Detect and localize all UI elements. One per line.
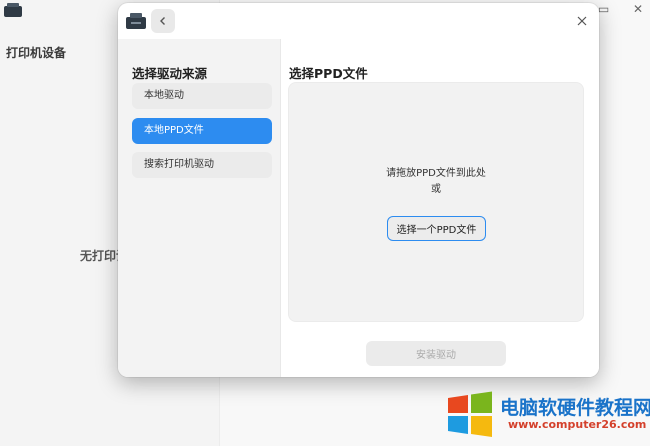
watermark-url: www.computer26.com — [508, 418, 647, 431]
printer-app-icon — [4, 3, 22, 17]
driver-source-sidebar: 选择驱动来源 本地驱动 本地PPD文件 搜索打印机驱动 — [118, 39, 281, 377]
ppd-drop-zone[interactable]: 请拖放PPD文件到此处 或 选择一个PPD文件 — [288, 82, 584, 322]
back-button[interactable] — [151, 9, 175, 33]
or-text: 或 — [431, 184, 441, 195]
printer-icon — [126, 13, 146, 29]
sidebar-item-local-ppd[interactable]: 本地PPD文件 — [132, 118, 272, 144]
dialog-close-button[interactable] — [577, 11, 587, 30]
close-icon — [577, 16, 587, 26]
sidebar-title: 选择驱动来源 — [132, 66, 208, 81]
install-driver-button[interactable]: 安装驱动 — [366, 341, 506, 366]
watermark-text: 电脑软硬件教程网 — [500, 397, 650, 419]
drop-hint-text: 请拖放PPD文件到此处 — [386, 168, 486, 179]
background-page-title: 打印机设备 — [6, 46, 67, 60]
watermark: 电脑软硬件教程网 www.computer26.com — [444, 390, 650, 442]
sidebar-item-search-driver[interactable]: 搜索打印机驱动 — [132, 152, 272, 178]
sidebar-item-local-driver[interactable]: 本地驱动 — [132, 83, 272, 109]
dialog-titlebar — [118, 3, 599, 39]
maximize-icon[interactable]: ▭ — [598, 2, 609, 16]
add-driver-dialog: 选择驱动来源 本地驱动 本地PPD文件 搜索打印机驱动 选择PPD文件 请拖放P… — [118, 3, 599, 377]
main-title: 选择PPD文件 — [289, 66, 368, 81]
ppd-file-panel: 选择PPD文件 请拖放PPD文件到此处 或 选择一个PPD文件 安装驱动 — [281, 39, 599, 377]
close-icon[interactable]: ✕ — [633, 2, 643, 16]
chevron-left-icon — [160, 17, 165, 25]
windows-logo-icon — [448, 391, 492, 437]
choose-ppd-button[interactable]: 选择一个PPD文件 — [387, 216, 486, 241]
